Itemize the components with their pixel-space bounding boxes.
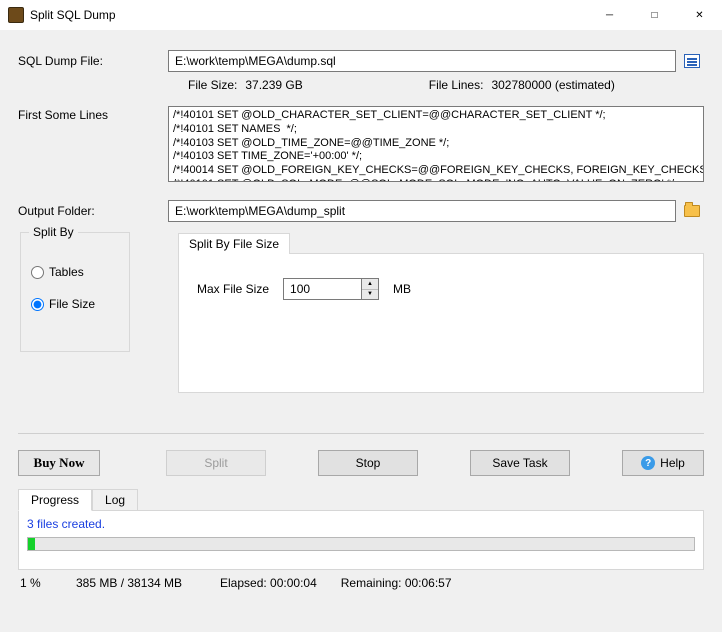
file-stats-row: File Size: 37.239 GB File Lines: 3027800…	[188, 78, 704, 92]
split-layout: Split By Tables File Size Split By File …	[18, 232, 704, 393]
preview-textarea[interactable]: /*!40101 SET @OLD_CHARACTER_SET_CLIENT=@…	[168, 106, 704, 182]
action-bar: Buy Now Split Stop Save Task ? Help	[18, 450, 704, 476]
radio-filesize[interactable]	[31, 298, 44, 311]
app-icon	[8, 7, 24, 23]
split-by-groupbox: Split By Tables File Size	[20, 232, 130, 352]
file-lines-value: 302780000 (estimated)	[491, 78, 614, 92]
radio-filesize-label: File Size	[49, 297, 95, 311]
progress-page: 3 files created.	[18, 510, 704, 570]
tab-log[interactable]: Log	[92, 489, 138, 511]
help-label: Help	[660, 456, 685, 470]
spinner-up-button[interactable]: ▲	[362, 279, 378, 290]
status-percent: 1 %	[20, 576, 52, 590]
progress-fill	[28, 538, 35, 550]
files-created-status: 3 files created.	[27, 517, 695, 531]
file-icon	[684, 54, 700, 68]
status-bar: 1 % 385 MB / 38134 MB Elapsed: 00:00:04 …	[18, 570, 704, 596]
output-folder-input[interactable]	[168, 200, 676, 222]
split-tab-page: Max File Size ▲ ▼ MB	[178, 253, 704, 393]
status-size: 385 MB / 38134 MB	[76, 576, 196, 590]
browse-sql-dump-button[interactable]	[680, 50, 704, 72]
output-folder-row: Output Folder:	[18, 200, 704, 222]
status-elapsed: Elapsed: 00:00:04	[220, 576, 317, 590]
max-file-size-input[interactable]	[283, 278, 361, 300]
sql-dump-input[interactable]	[168, 50, 676, 72]
status-remaining: Remaining: 00:06:57	[341, 576, 452, 590]
split-tabstrip: Split By File Size	[178, 232, 704, 253]
file-size-value: 37.239 GB	[245, 78, 302, 92]
help-button[interactable]: ? Help	[622, 450, 704, 476]
maximize-button[interactable]: □	[632, 1, 677, 29]
close-button[interactable]: ✕	[677, 1, 722, 29]
tab-split-by-filesize[interactable]: Split By File Size	[178, 233, 290, 254]
max-file-size-row: Max File Size ▲ ▼ MB	[197, 278, 685, 300]
radio-tables[interactable]	[31, 266, 44, 279]
sql-dump-label: SQL Dump File:	[18, 54, 168, 68]
bottom-tabstrip: Progress Log	[18, 488, 704, 510]
divider	[18, 433, 704, 434]
file-lines-label: File Lines:	[429, 78, 484, 92]
first-lines-label: First Some Lines	[18, 106, 168, 122]
sql-dump-row: SQL Dump File:	[18, 50, 704, 72]
spinner-down-button[interactable]: ▼	[362, 290, 378, 300]
radio-tables-label: Tables	[49, 265, 84, 279]
window-title: Split SQL Dump	[30, 8, 587, 22]
buy-now-button[interactable]: Buy Now	[18, 450, 100, 476]
split-options-tabhost: Split By File Size Max File Size ▲ ▼ MB	[178, 232, 704, 393]
max-file-size-unit: MB	[393, 282, 411, 296]
progress-bar	[27, 537, 695, 551]
split-by-legend: Split By	[29, 225, 78, 239]
main-panel: SQL Dump File: File Size: 37.239 GB File…	[0, 30, 722, 632]
browse-output-folder-button[interactable]	[680, 200, 704, 222]
file-size-label: File Size:	[188, 78, 237, 92]
minimize-button[interactable]: ─	[587, 1, 632, 29]
radio-tables-row[interactable]: Tables	[31, 265, 119, 279]
output-folder-label: Output Folder:	[18, 204, 168, 218]
split-button[interactable]: Split	[166, 450, 266, 476]
preview-row: First Some Lines /*!40101 SET @OLD_CHARA…	[18, 106, 704, 182]
max-file-size-spinner[interactable]: ▲ ▼	[283, 278, 379, 300]
tab-progress[interactable]: Progress	[18, 489, 92, 511]
help-icon: ?	[641, 456, 655, 470]
title-bar: Split SQL Dump ─ □ ✕	[0, 0, 722, 30]
stop-button[interactable]: Stop	[318, 450, 418, 476]
max-file-size-label: Max File Size	[197, 282, 269, 296]
folder-icon	[684, 205, 700, 217]
save-task-button[interactable]: Save Task	[470, 450, 570, 476]
radio-filesize-row[interactable]: File Size	[31, 297, 119, 311]
